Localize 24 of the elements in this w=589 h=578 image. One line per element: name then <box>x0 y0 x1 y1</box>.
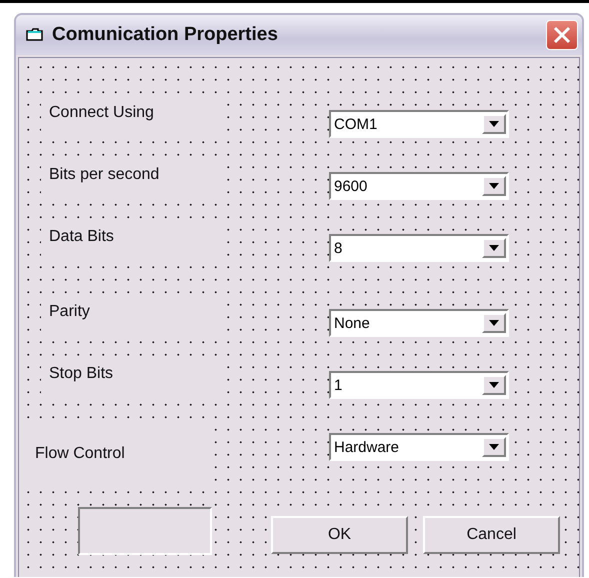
setting-label: Bits per second <box>49 166 160 184</box>
dropdown-field[interactable]: None <box>329 309 509 337</box>
window-icon <box>26 28 44 42</box>
dropdown-field[interactable]: 9600 <box>329 172 509 200</box>
setting-label: Connect Using <box>49 104 154 122</box>
dialog-button[interactable]: OK <box>271 516 408 554</box>
dropdown-arrow-icon <box>489 320 499 326</box>
setting-label: Data Bits <box>49 228 114 246</box>
close-icon <box>553 26 571 44</box>
dialog-button[interactable]: Cancel <box>423 516 560 554</box>
dropdown-arrow-icon <box>489 444 499 450</box>
dropdown-field[interactable]: 8 <box>329 234 509 262</box>
dropdown-arrow-icon <box>489 183 499 189</box>
setting-label: Stop Bits <box>49 365 114 383</box>
close-button[interactable] <box>546 20 578 50</box>
window-title: Comunication Properties <box>52 24 279 46</box>
dropdown-arrow-icon <box>489 245 499 251</box>
dropdown-arrow-icon <box>489 121 499 127</box>
dropdown-field[interactable]: COM1 <box>329 110 509 138</box>
dropdown-arrow-icon <box>489 382 499 388</box>
setting-label: Parity <box>49 303 90 321</box>
setting-label: Flow Control <box>35 445 125 463</box>
dropdown-field[interactable]: 1 <box>329 371 509 399</box>
dropdown-field[interactable]: Hardware <box>329 433 509 461</box>
